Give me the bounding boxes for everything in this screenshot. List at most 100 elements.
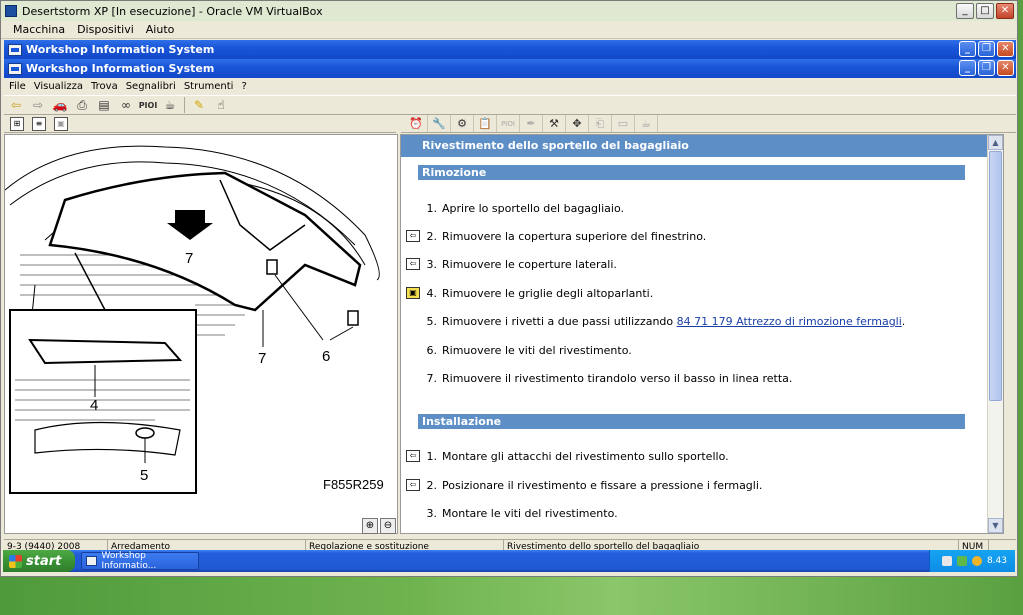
reference-link-icon[interactable]: ⇦ — [406, 230, 420, 242]
start-button[interactable]: start — [3, 550, 75, 572]
zoom-out-icon[interactable]: ⊖ — [380, 518, 396, 534]
step-text: Rimuovere le coperture laterali. — [442, 258, 617, 271]
update-icon[interactable] — [971, 556, 982, 566]
tools-icon[interactable]: ⚒ — [543, 115, 566, 132]
virtualbox-window: Desertstorm XP [In esecuzione] - Oracle … — [0, 0, 1018, 577]
main-toolbar: ⇦ ⇨ 🚗 ⎙ ▤ ∞ PIOI ☕ ✎ ☝ — [4, 95, 1016, 115]
outer-window-title: Workshop Information System — [26, 43, 215, 56]
tree-view-icon[interactable]: ⊞ — [10, 116, 24, 131]
scroll-up-icon[interactable]: ▲ — [988, 135, 1003, 150]
inner-window-controls: _ ❐ ✕ — [959, 60, 1014, 76]
move-icon[interactable]: ✥ — [566, 115, 589, 132]
wis-app-icon — [8, 43, 22, 56]
pencil-icon[interactable]: ✎ — [191, 97, 207, 113]
binoculars-icon[interactable]: ∞ — [118, 97, 134, 113]
image-view-icon[interactable]: ▣ — [54, 116, 68, 131]
callout-line-6b — [329, 326, 354, 341]
step-number: 3. — [426, 258, 438, 271]
step-text: Montare le viti del rivestimento. — [442, 507, 618, 520]
pio-doc-icon[interactable]: PIOI — [497, 115, 520, 132]
restore-icon[interactable]: ❐ — [978, 60, 995, 76]
car-icon[interactable]: 🚗 — [52, 97, 68, 113]
image-reference-icon[interactable]: ▣ — [406, 287, 420, 299]
step-text-main: Rimuovere i rivetti a due passi utilizza… — [442, 315, 674, 328]
menu-file[interactable]: File — [5, 81, 30, 92]
virtualbox-menubar: Macchina Dispositivi Aiuto — [1, 21, 1017, 39]
step-text: Rimuovere la copertura superiore del fin… — [442, 230, 707, 243]
security-icon[interactable] — [956, 556, 967, 566]
windows-logo-icon — [9, 554, 22, 568]
wrench-icon[interactable]: 🔧 — [428, 115, 451, 132]
gears-icon[interactable]: ⚙ — [451, 115, 474, 132]
mug-icon[interactable]: ☕ — [162, 97, 178, 113]
menu-macchina[interactable]: Macchina — [7, 23, 71, 36]
menu-trova[interactable]: Trova — [87, 81, 122, 92]
inset-detail-box — [9, 309, 197, 494]
close-icon[interactable]: ✕ — [997, 60, 1014, 76]
menu-segnalibri[interactable]: Segnalibri — [122, 81, 180, 92]
taskbar-item-workshop[interactable]: Workshop Informatio... — [81, 551, 199, 571]
scroll-thumb[interactable] — [989, 151, 1002, 401]
callout-7-top: 7 — [185, 250, 193, 267]
step-text: Posizionare il rivestimento e fissare a … — [442, 479, 763, 492]
inset-pointer-line — [74, 252, 106, 311]
step-number: 1. — [426, 450, 438, 463]
screw-icon — [347, 310, 359, 326]
callout-6: 6 — [322, 348, 330, 365]
alarm-icon[interactable]: ⏰ — [405, 115, 428, 132]
list-view-icon[interactable]: ≡ — [32, 116, 46, 131]
doc-vertical-scrollbar[interactable]: ▲ ▼ — [987, 135, 1003, 533]
menu-aiuto[interactable]: Aiuto — [140, 23, 181, 36]
step-number: 2. — [426, 230, 438, 243]
image-pane-toolbar: ⊞ ≡ ▣ — [4, 115, 396, 133]
cup-icon[interactable]: ☕ — [635, 115, 658, 132]
virtualbox-title: Desertstorm XP [In esecuzione] - Oracle … — [22, 4, 323, 18]
hand-pointer-icon[interactable]: ☝ — [213, 97, 229, 113]
clipboard-icon[interactable]: 📋 — [474, 115, 497, 132]
virtualbox-window-controls: _ □ ✕ — [956, 3, 1014, 19]
reference-link-icon[interactable]: ⇦ — [406, 258, 420, 270]
inner-window-title: Workshop Information System — [26, 62, 215, 75]
step-number: 6. — [426, 344, 438, 357]
speaker-grille — [28, 338, 183, 365]
reference-link-icon[interactable]: ⇦ — [406, 450, 420, 462]
pen-icon[interactable]: ✒ — [520, 115, 543, 132]
pio-icon[interactable]: PIOI — [139, 97, 158, 113]
inner-window-titlebar: Workshop Information System _ ❐ ✕ — [4, 59, 1016, 78]
scroll-down-icon[interactable]: ▼ — [988, 518, 1003, 533]
system-tray: 8.43 — [929, 550, 1015, 572]
minimize-icon[interactable]: _ — [956, 3, 974, 19]
trim-panel — [48, 171, 362, 312]
back-arrow-icon[interactable]: ⇦ — [8, 97, 24, 113]
print-icon[interactable]: ⎙ — [74, 97, 90, 113]
restore-icon[interactable]: ❐ — [978, 41, 995, 57]
reference-link-icon[interactable]: ⇦ — [406, 479, 420, 491]
step-number: 2. — [426, 479, 438, 492]
doc-title: Rivestimento dello sportello del bagagli… — [401, 135, 1003, 157]
screw-icon — [266, 259, 278, 275]
clip-hole — [135, 427, 155, 439]
tool-link[interactable]: 84 71 179 Attrezzo di rimozione fermagli — [677, 315, 902, 328]
maximize-icon[interactable]: □ — [976, 3, 994, 19]
zoom-in-icon[interactable]: ⊕ — [362, 518, 378, 534]
forward-arrow-icon[interactable]: ⇨ — [30, 97, 46, 113]
menu-dispositivi[interactable]: Dispositivi — [71, 23, 140, 36]
callout-line-6a — [274, 274, 324, 341]
close-icon[interactable]: ✕ — [997, 41, 1014, 57]
menu-visualizza[interactable]: Visualizza — [30, 81, 87, 92]
section-installazione: Installazione — [418, 414, 965, 429]
clock: 8.43 — [986, 556, 1007, 566]
menu-strumenti[interactable]: Strumenti — [180, 81, 238, 92]
screen-icon[interactable]: ▭ — [612, 115, 635, 132]
minimize-icon[interactable]: _ — [959, 41, 976, 57]
taskbar: start Workshop Informatio... 8.43 — [3, 550, 1015, 572]
minimize-icon[interactable]: _ — [959, 60, 976, 76]
close-icon[interactable]: ✕ — [996, 3, 1014, 19]
document-icon[interactable]: ▤ — [96, 97, 112, 113]
guest-screen: Workshop Information System _ ❐ ✕ Worksh… — [4, 40, 1016, 576]
network-icon[interactable] — [941, 556, 952, 566]
menu-help[interactable]: ? — [237, 81, 250, 92]
step-number: 3. — [426, 507, 438, 520]
manual-icon[interactable]: ⎗ — [589, 115, 612, 132]
virtualbox-titlebar: Desertstorm XP [In esecuzione] - Oracle … — [1, 1, 1017, 21]
